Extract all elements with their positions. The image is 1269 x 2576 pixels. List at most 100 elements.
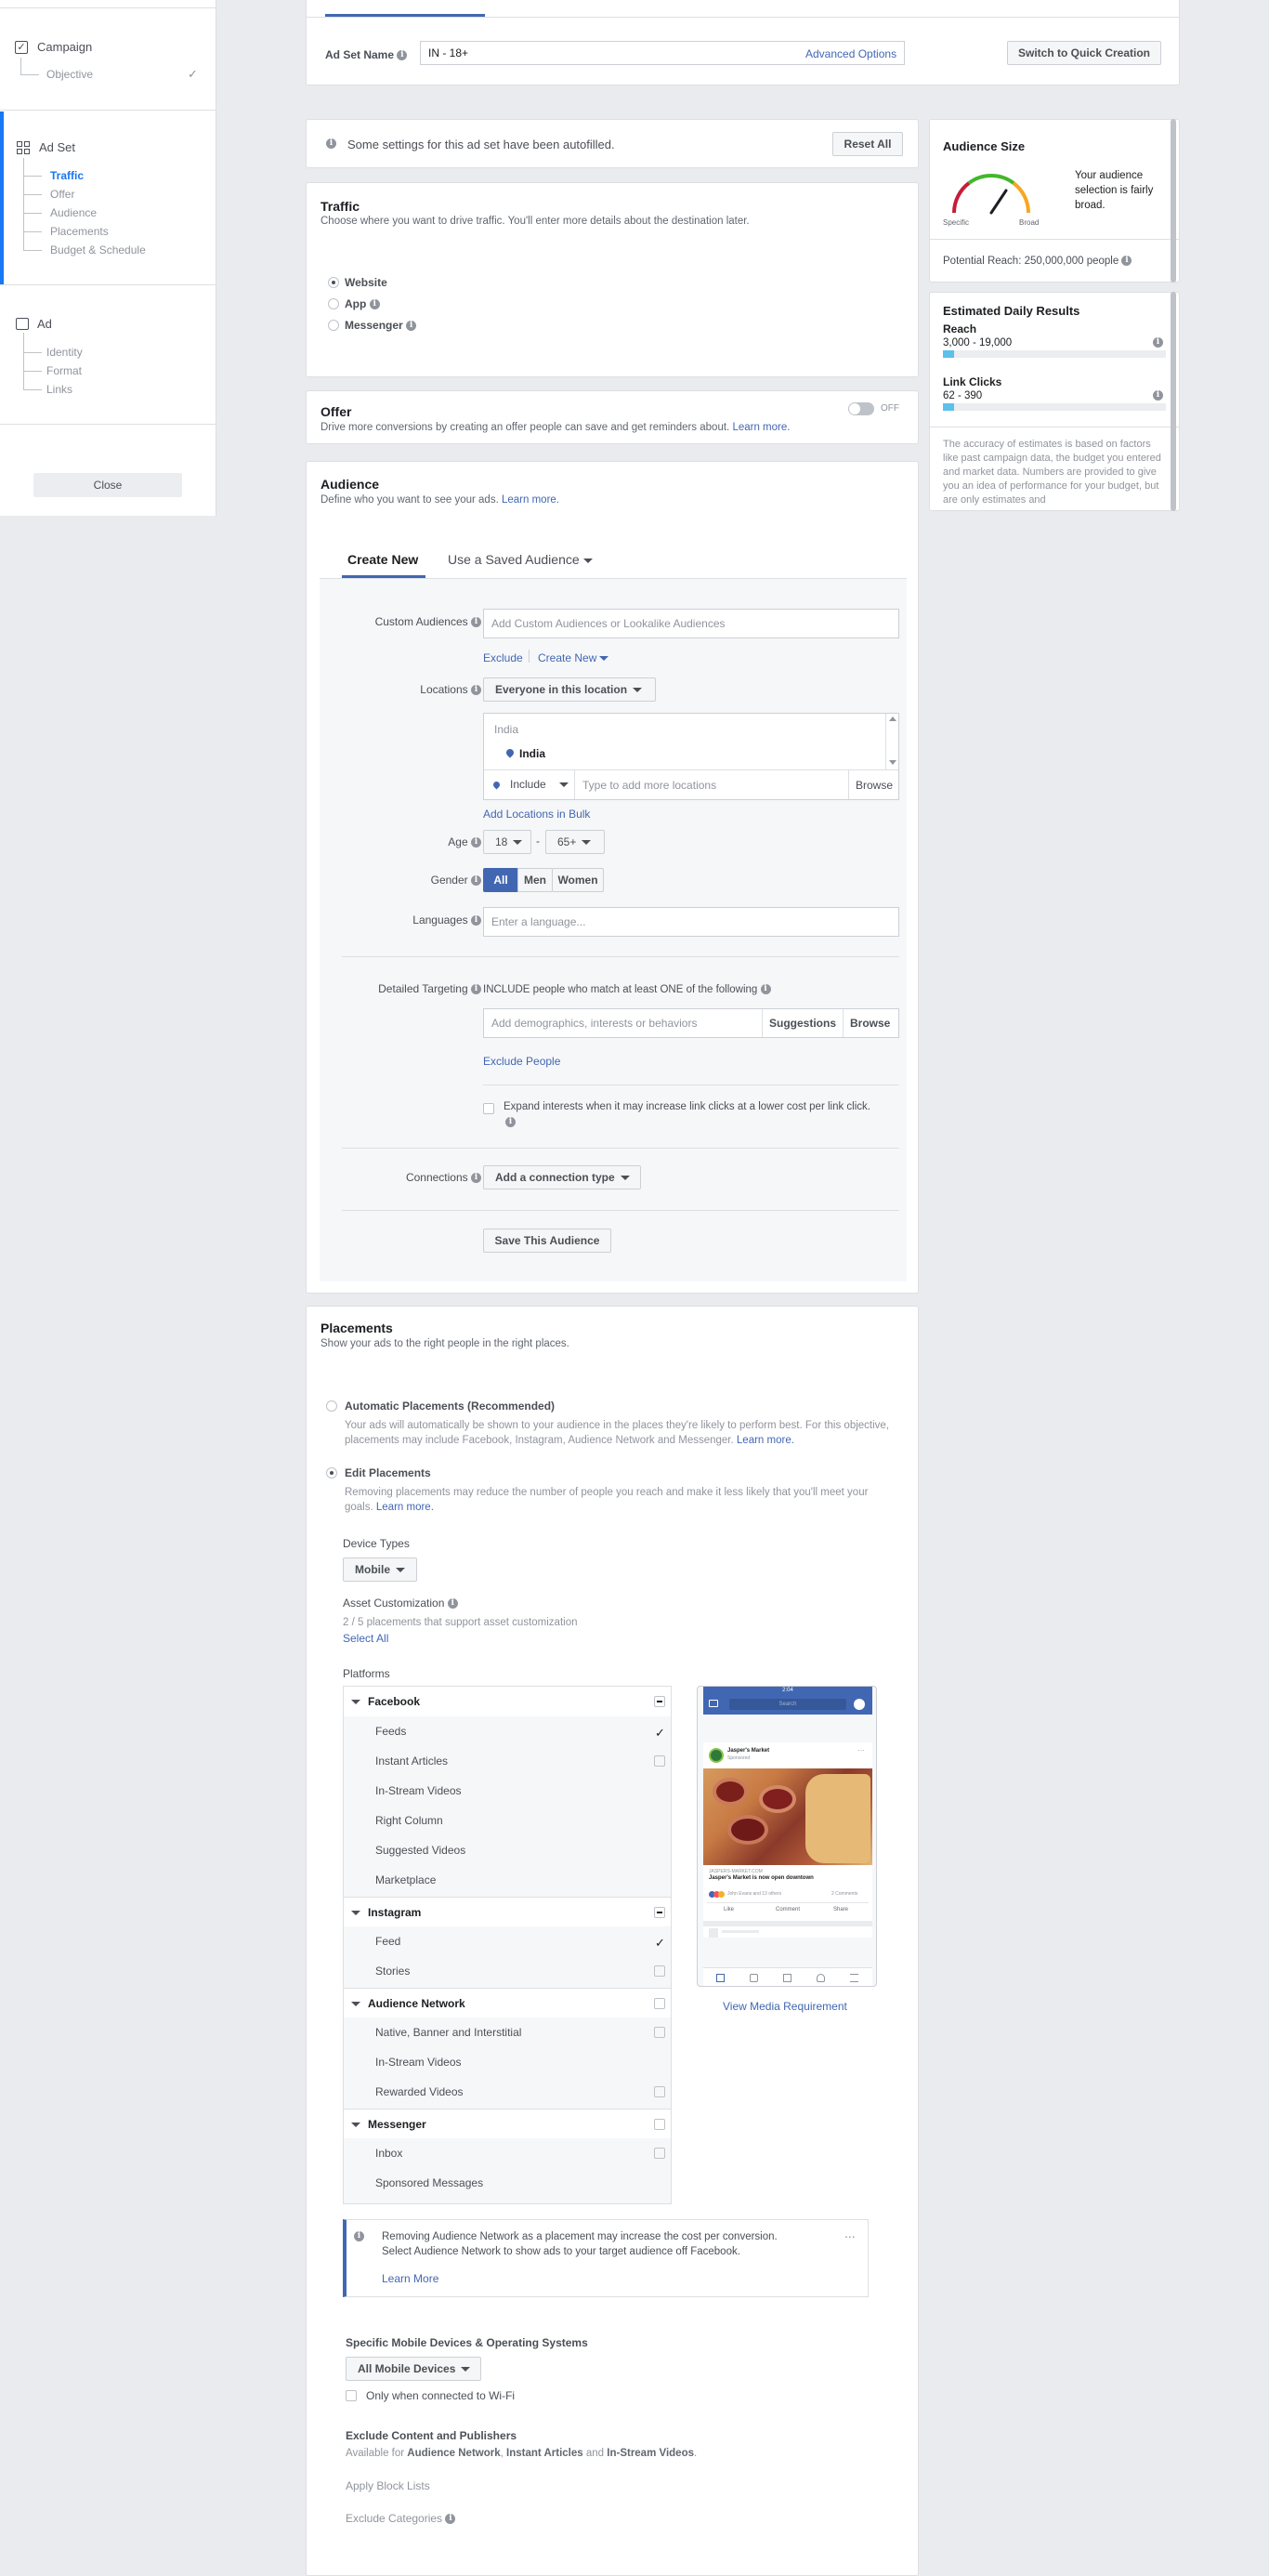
detailed-targeting-input[interactable]: Add demographics, interests or behaviors (483, 1008, 899, 1038)
age-min-dropdown[interactable]: 18 (483, 830, 531, 854)
location-browse-button[interactable]: Browse (856, 779, 893, 792)
select-all-link[interactable]: Select All (343, 1632, 388, 1645)
notice-learn-more-link[interactable]: Learn More (382, 2272, 438, 2285)
option-website-label[interactable]: Website (345, 276, 387, 289)
option-app-label[interactable]: App i (345, 297, 380, 310)
placement-right-column[interactable]: Right Column (344, 1806, 671, 1835)
sidebar-ad-title[interactable]: Ad (37, 317, 52, 331)
page-name: Jasper's Market (727, 1748, 770, 1754)
panel-scrollbar[interactable] (1171, 292, 1176, 511)
placement-fb-in-stream-videos[interactable]: In-Stream Videos (344, 1776, 671, 1806)
rewarded-videos-checkbox[interactable] (654, 2086, 665, 2097)
placement-stories[interactable]: Stories (344, 1956, 671, 1986)
connections-dropdown[interactable]: Add a connection type (483, 1165, 641, 1189)
wifi-only-checkbox[interactable] (346, 2390, 357, 2401)
instagram-checkbox[interactable] (654, 1907, 665, 1918)
placement-inbox[interactable]: Inbox (344, 2138, 671, 2168)
placement-instagram-feed[interactable]: Feed (344, 1926, 671, 1958)
feeds-checkbox[interactable] (654, 1718, 665, 1748)
inbox-checkbox[interactable] (654, 2148, 665, 2159)
instagram-feed-checkbox[interactable] (654, 1928, 665, 1958)
sidebar-item-audience[interactable]: Audience (50, 206, 97, 219)
sidebar-item-traffic[interactable]: Traffic (50, 169, 84, 182)
sidebar-adset-title[interactable]: Ad Set (39, 140, 75, 154)
locations-scrollbar[interactable] (885, 714, 898, 769)
sidebar-item-placements[interactable]: Placements (50, 225, 109, 238)
add-locations-bulk-link[interactable]: Add Locations in Bulk (483, 808, 590, 821)
save-audience-button[interactable]: Save This Audience (483, 1229, 611, 1253)
tab-create-new[interactable]: Create New (347, 552, 418, 567)
detailed-browse-button[interactable]: Browse (850, 1017, 890, 1030)
age-max-dropdown[interactable]: 65+ (545, 830, 605, 854)
platform-group-facebook[interactable]: Facebook (344, 1687, 671, 1716)
placement-rewarded-videos[interactable]: Rewarded Videos (344, 2077, 671, 2107)
expand-interests-checkbox[interactable] (483, 1103, 494, 1114)
exclude-categories-link[interactable]: Exclude Categories i (346, 2512, 456, 2525)
sidebar-item-objective[interactable]: Objective (46, 68, 93, 81)
location-search-input[interactable]: Type to add more locations (582, 779, 716, 792)
sidebar-item-budget-schedule[interactable]: Budget & Schedule (50, 243, 146, 256)
sidebar-item-identity[interactable]: Identity (46, 346, 83, 359)
mobile-devices-dropdown[interactable]: All Mobile Devices (346, 2357, 481, 2381)
placement-an-in-stream-videos[interactable]: In-Stream Videos (344, 2047, 671, 2077)
stories-checkbox[interactable] (654, 1965, 665, 1977)
radio-app[interactable] (328, 298, 339, 309)
placement-native-banner[interactable]: Native, Banner and Interstitial (344, 2017, 671, 2047)
platform-group-audience-network[interactable]: Audience Network (344, 1988, 671, 2017)
reset-all-button[interactable]: Reset All (832, 132, 903, 156)
gender-women-button[interactable]: Women (552, 868, 604, 892)
device-types-dropdown[interactable]: Mobile (343, 1557, 417, 1582)
placement-suggested-videos[interactable]: Suggested Videos (344, 1835, 671, 1865)
gender-all-button[interactable]: All (483, 868, 518, 892)
offer-learn-more-link[interactable]: Learn more. (732, 422, 790, 433)
panel-scrollbar[interactable] (1171, 119, 1176, 283)
create-new-link[interactable]: Create New (538, 651, 609, 664)
messenger-checkbox[interactable] (654, 2119, 665, 2130)
switch-quick-creation-button[interactable]: Switch to Quick Creation (1007, 41, 1161, 65)
exclude-link[interactable]: Exclude (483, 651, 523, 664)
facebook-checkbox[interactable] (654, 1696, 665, 1707)
auto-learn-more-link[interactable]: Learn more. (737, 1435, 794, 1446)
location-item-india[interactable]: India (519, 747, 545, 760)
instant-articles-checkbox[interactable] (654, 1755, 665, 1767)
placement-sponsored-messages[interactable]: Sponsored Messages (344, 2168, 671, 2198)
edit-learn-more-link[interactable]: Learn more. (376, 1502, 434, 1513)
placement-facebook-feeds[interactable]: Feeds (344, 1716, 671, 1748)
advanced-options-link[interactable]: Advanced Options (805, 47, 896, 60)
view-media-requirement-link[interactable]: View Media Requirement (723, 2000, 847, 2013)
offer-toggle[interactable] (848, 402, 874, 415)
automatic-placements-description: Your ads will automatically be shown to … (345, 1420, 890, 1446)
sidebar-item-format[interactable]: Format (46, 364, 82, 377)
placement-instant-articles[interactable]: Instant Articles (344, 1746, 671, 1776)
exclude-people-link[interactable]: Exclude People (483, 1055, 560, 1068)
close-button[interactable]: Close (33, 473, 182, 497)
notice-more-icon[interactable]: ... (844, 2226, 856, 2241)
tab-use-saved-audience[interactable]: Use a Saved Audience (448, 552, 593, 567)
radio-messenger[interactable] (328, 320, 339, 331)
native-banner-checkbox[interactable] (654, 2027, 665, 2038)
radio-automatic-placements[interactable] (326, 1400, 337, 1412)
suggestions-button[interactable]: Suggestions (769, 1017, 836, 1030)
custom-audiences-input[interactable]: Add Custom Audiences or Lookalike Audien… (483, 609, 899, 638)
sidebar-item-offer[interactable]: Offer (50, 188, 74, 201)
option-messenger-label[interactable]: Messenger i (345, 319, 417, 332)
automatic-placements-title[interactable]: Automatic Placements (Recommended) (345, 1400, 555, 1413)
locations-dropdown[interactable]: Everyone in this location (483, 677, 656, 702)
sidebar-campaign-title[interactable]: Campaign (37, 40, 92, 54)
wifi-only-label[interactable]: Only when connected to Wi-Fi (366, 2389, 515, 2402)
info-icon: i (471, 1173, 481, 1184)
divider (483, 1084, 899, 1085)
radio-edit-placements[interactable] (326, 1467, 337, 1479)
audience-learn-more-link[interactable]: Learn more. (502, 494, 559, 506)
gender-men-button[interactable]: Men (517, 868, 553, 892)
languages-input[interactable]: Enter a language... (483, 907, 899, 937)
include-dropdown[interactable]: Include (484, 770, 575, 799)
platform-group-instagram[interactable]: Instagram (344, 1897, 671, 1926)
platform-group-messenger[interactable]: Messenger (344, 2109, 671, 2138)
audience-network-checkbox[interactable] (654, 1998, 665, 2009)
apply-block-lists-link[interactable]: Apply Block Lists (346, 2479, 430, 2492)
edit-placements-title[interactable]: Edit Placements (345, 1466, 431, 1479)
placement-marketplace[interactable]: Marketplace (344, 1865, 671, 1895)
sidebar-item-links[interactable]: Links (46, 383, 72, 396)
radio-website[interactable] (328, 277, 339, 288)
